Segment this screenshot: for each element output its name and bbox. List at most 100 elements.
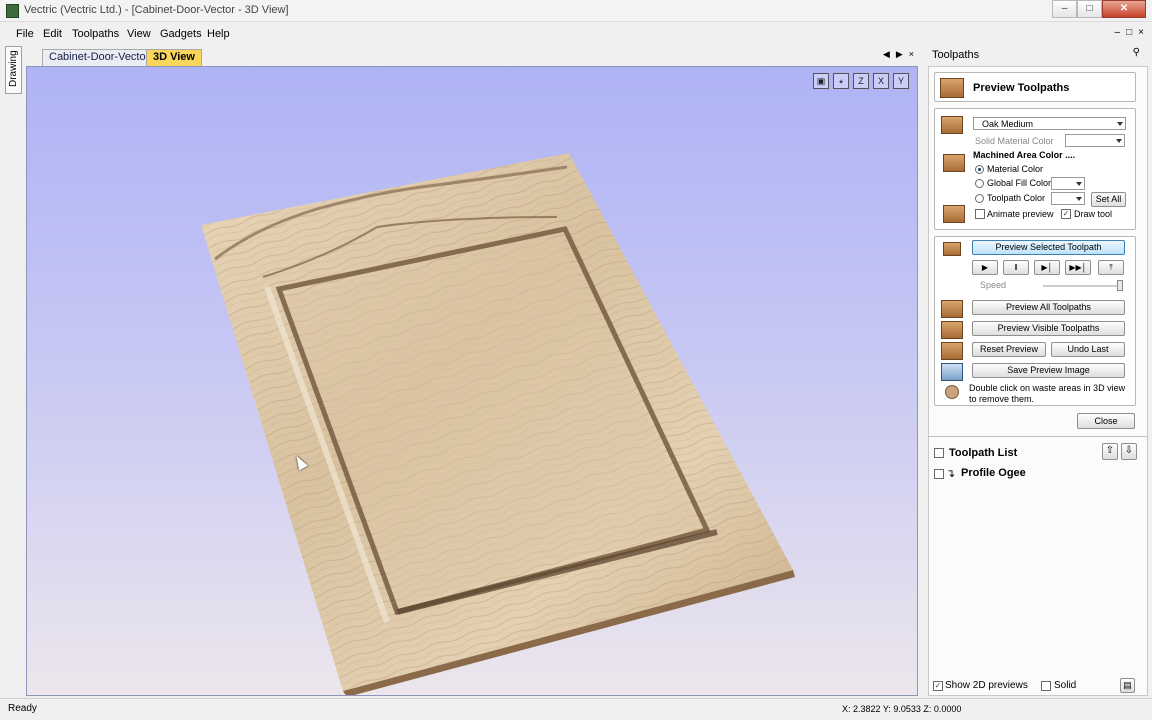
show-2d-previews-checkbox[interactable]: ✓ (933, 681, 943, 691)
close-icon: ✕ (1119, 3, 1129, 14)
show-2d-previews-label: Show 2D previews (945, 680, 1028, 691)
menu-help[interactable]: Help (207, 28, 230, 40)
toolpath-list-item[interactable]: ↴ Profile Ogee (933, 467, 1138, 483)
machined-area-label: Machined Area Color .... (973, 150, 1076, 160)
document-icon: ▤ (1123, 680, 1132, 690)
waste-area-hint: Double click on waste areas in 3D view t… (969, 383, 1126, 404)
chevron-down-icon (1117, 122, 1123, 126)
toolpath-color-picker[interactable] (1051, 192, 1085, 205)
menu-toolpaths[interactable]: Toolpaths (72, 28, 119, 40)
save-image-icon (941, 363, 963, 381)
panel-header: Toolpaths ⚲ (928, 46, 1148, 64)
solid-checkbox[interactable] (1041, 681, 1051, 691)
fit-view-icon[interactable]: ▣ (813, 73, 829, 89)
3d-viewport[interactable]: ▣ ⭒ Z X Y (26, 66, 918, 696)
close-panel-button[interactable]: Close (1077, 413, 1135, 429)
animate-icon (943, 205, 965, 223)
mdi-close-button[interactable]: × (1138, 27, 1144, 38)
speed-slider-track[interactable] (1043, 285, 1123, 287)
preview-visible-toolpaths-button[interactable]: Preview Visible Toolpaths (972, 321, 1125, 336)
speed-label: Speed (980, 280, 1007, 290)
profile-toolpath-icon: ↴ (946, 468, 956, 480)
title-bar: Vectric (Vectric Ltd.) - [Cabinet-Door-V… (0, 0, 1152, 22)
preview-selected-toolpath-button[interactable]: Preview Selected Toolpath (972, 240, 1125, 255)
fast-forward-icon[interactable]: ▶▶│ (1065, 260, 1091, 275)
x-axis-view-icon[interactable]: X (873, 73, 889, 89)
toolpath-item-name: Profile Ogee (961, 467, 1026, 479)
document-tabs: Cabinet-Door-Vector 3D View ◀ ▶ × (26, 46, 918, 66)
pause-icon[interactable]: ‖ (1003, 260, 1029, 275)
status-text: Ready (8, 703, 37, 714)
z-axis-view-icon[interactable]: Z (853, 73, 869, 89)
divider (929, 436, 1147, 437)
radio-material-color[interactable] (975, 165, 984, 174)
maximize-icon: □ (1086, 3, 1093, 14)
solid-material-color-label: Solid Material Color (975, 136, 1054, 146)
tab-cabinet-door-vector[interactable]: Cabinet-Door-Vector (42, 49, 157, 66)
tab-3d-view[interactable]: 3D View (146, 49, 202, 66)
drawing-tab-label: Drawing (8, 50, 19, 87)
radio-global-fill-color[interactable] (975, 179, 984, 188)
view-toolbar: ▣ ⭒ Z X Y (813, 73, 909, 89)
y-axis-view-icon[interactable]: Y (893, 73, 909, 89)
radio-material-color-label: Material Color (987, 164, 1044, 174)
set-all-button[interactable]: Set All (1091, 192, 1126, 207)
panel-title: Toolpaths (932, 49, 980, 61)
step-icon[interactable]: ▶│ (1034, 260, 1060, 275)
skip-to-end-icon[interactable]: ⤒ (1098, 260, 1124, 275)
menu-view[interactable]: View (127, 28, 151, 40)
arrow-down-icon: ⇩ (1124, 445, 1134, 456)
chevron-down-icon (1116, 139, 1122, 143)
preview-all-toolpaths-button[interactable]: Preview All Toolpaths (972, 300, 1125, 315)
iso-view-icon[interactable]: ⭒ (833, 73, 849, 89)
draw-tool-checkbox[interactable]: ✓ (1061, 209, 1071, 219)
settings-button[interactable]: ▤ (1120, 678, 1135, 693)
radio-toolpath-color[interactable] (975, 194, 984, 203)
status-bar: Ready X: 2.3822 Y: 9.0533 Z: 0.0000 (0, 698, 1152, 720)
preview-heading: Preview Toolpaths (973, 82, 1070, 94)
undo-last-button[interactable]: Undo Last (1051, 342, 1125, 357)
cursor-coordinates: X: 2.3822 Y: 9.0533 Z: 0.0000 (842, 704, 962, 714)
toolpaths-panel: Preview Toolpaths Oak Medium Solid Mater… (928, 66, 1148, 696)
tab-scroll-left-icon[interactable]: ◀ (883, 49, 890, 60)
preview-selected-icon (943, 242, 961, 256)
close-button[interactable]: ✕ (1102, 0, 1146, 18)
minimize-button[interactable]: – (1052, 0, 1077, 18)
menu-edit[interactable]: Edit (43, 28, 62, 40)
solid-label: Solid (1054, 680, 1077, 691)
reset-preview-button[interactable]: Reset Preview (972, 342, 1046, 357)
window-controls: – □ ✕ (1052, 0, 1146, 18)
radio-global-fill-color-label: Global Fill Color (987, 178, 1052, 188)
save-preview-image-button[interactable]: Save Preview Image (972, 363, 1125, 378)
preview-controls-box: Preview Selected Toolpath ▶ ‖ ▶│ ▶▶│ ⤒ S… (934, 236, 1136, 406)
menu-file[interactable]: File (16, 28, 34, 40)
app-icon (6, 4, 19, 18)
draw-tool-label: Draw tool (1074, 209, 1113, 219)
left-dock-strip: Drawing (4, 46, 22, 696)
material-dropdown[interactable]: Oak Medium (973, 117, 1126, 130)
animate-preview-label: Animate preview (987, 209, 1054, 219)
maximize-button[interactable]: □ (1077, 0, 1102, 18)
toolpath-list-checkbox[interactable] (934, 448, 944, 458)
pin-icon[interactable]: ⚲ (1133, 47, 1140, 58)
play-icon[interactable]: ▶ (972, 260, 998, 275)
global-fill-color-picker[interactable] (1051, 177, 1085, 190)
radio-toolpath-color-label: Toolpath Color (987, 193, 1046, 203)
tab-close-icon[interactable]: × (909, 49, 914, 60)
mdi-minimize-button[interactable]: – (1115, 27, 1121, 38)
3d-door-model[interactable] (27, 67, 918, 696)
machined-area-icon (943, 154, 965, 172)
chevron-down-icon (1076, 182, 1082, 186)
drawing-tab[interactable]: Drawing (5, 46, 22, 94)
toolpath-list-title: Toolpath List (949, 447, 1018, 459)
speed-slider-handle[interactable] (1117, 280, 1123, 291)
tab-scroll-right-icon[interactable]: ▶ (896, 49, 903, 60)
solid-material-color-picker[interactable] (1065, 134, 1125, 147)
mdi-restore-button[interactable]: □ (1126, 27, 1132, 38)
animate-preview-checkbox[interactable] (975, 209, 985, 219)
menu-gadgets[interactable]: Gadgets (160, 28, 202, 40)
move-up-button[interactable]: ⇧ (1102, 443, 1118, 460)
toolpath-item-checkbox[interactable] (934, 469, 944, 479)
move-down-button[interactable]: ⇩ (1121, 443, 1137, 460)
waste-area-icon (945, 385, 959, 399)
